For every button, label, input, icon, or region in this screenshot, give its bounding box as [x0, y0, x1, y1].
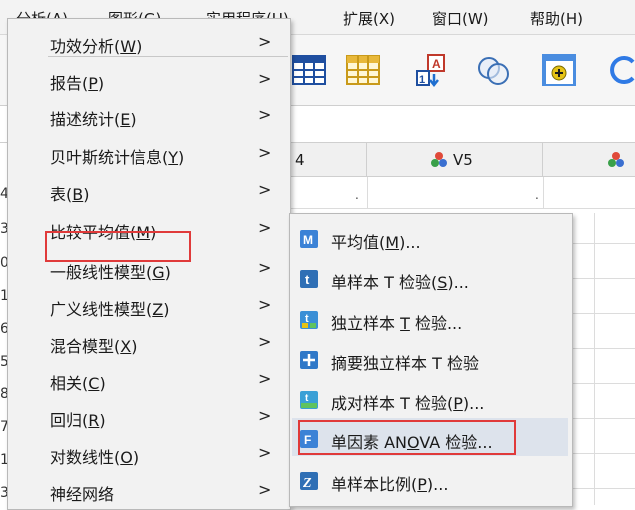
- highlight-box: [298, 420, 516, 455]
- menubar-window[interactable]: 窗口(W): [432, 8, 489, 29]
- missing-value: .: [355, 188, 359, 202]
- menu-item-regression[interactable]: 回归(R) >: [8, 400, 290, 434]
- menu-item-tables[interactable]: 表(B) >: [8, 174, 290, 208]
- chevron-right-icon: >: [258, 258, 272, 277]
- chevron-right-icon: >: [258, 480, 272, 499]
- menu-item-generalized-linear-model[interactable]: 广义线性模型(Z) >: [8, 289, 290, 323]
- menu-item-bayesian-statistics[interactable]: 贝叶斯统计信息(Y) >: [8, 137, 290, 171]
- chevron-right-icon: >: [258, 143, 272, 162]
- column-header-v6[interactable]: [543, 143, 635, 177]
- independent-t-icon: t: [300, 311, 318, 329]
- grid-line: [571, 453, 635, 454]
- svg-text:M: M: [303, 233, 313, 247]
- chevron-right-icon: >: [258, 369, 272, 388]
- grid-line: [571, 348, 635, 349]
- svg-text:Z: Z: [302, 476, 312, 490]
- data-table-icon[interactable]: [291, 52, 327, 88]
- submenu-item-means[interactable]: M 平均值(M)...: [290, 220, 572, 256]
- chevron-right-icon: >: [258, 443, 272, 462]
- nominal-variable-icon: [608, 152, 624, 167]
- chevron-right-icon: >: [258, 406, 272, 425]
- menu-item-neural-networks[interactable]: 神经网络 >: [8, 474, 290, 508]
- chevron-right-icon: >: [258, 32, 272, 51]
- grid-line: [571, 418, 635, 419]
- one-sample-proportion-icon: Z: [300, 472, 318, 490]
- variable-view-icon[interactable]: [345, 52, 381, 88]
- grid-line: [571, 313, 635, 314]
- menu-item-reports[interactable]: 报告(P) >: [8, 63, 290, 97]
- grid-line: [571, 383, 635, 384]
- svg-text:t: t: [305, 272, 310, 287]
- chevron-right-icon: >: [258, 332, 272, 351]
- menubar-extensions[interactable]: 扩展(X): [343, 8, 395, 29]
- insert-variable-icon[interactable]: [541, 52, 577, 88]
- svg-text:A: A: [432, 57, 441, 71]
- grid-line: [571, 488, 635, 489]
- paired-t-icon: t: [300, 391, 318, 409]
- submenu-item-summary-independent-t[interactable]: 摘要独立样本 T 检验: [290, 341, 572, 377]
- chevron-right-icon: >: [258, 218, 272, 237]
- menu-separator: [48, 56, 288, 57]
- chevron-right-icon: >: [258, 105, 272, 124]
- one-sample-t-icon: t: [300, 270, 318, 288]
- submenu-item-one-sample-proportion[interactable]: Z 单样本比例(P)...: [290, 462, 572, 498]
- missing-value: .: [535, 188, 539, 202]
- chevron-right-icon: >: [258, 180, 272, 199]
- compare-means-submenu: M 平均值(M)... t 单样本 T 检验(S)... t 独立样本 T 检验…: [289, 213, 573, 507]
- analyze-menu: 功效分析(W) > 报告(P) > 描述统计(E) > 贝叶斯统计信息(Y) >…: [7, 18, 291, 510]
- submenu-item-one-sample-t[interactable]: t 单样本 T 检验(S)...: [290, 260, 572, 296]
- summary-t-icon: [300, 351, 318, 369]
- grid-line: [571, 243, 635, 244]
- svg-text:1: 1: [419, 74, 425, 86]
- grid-line: [367, 177, 368, 208]
- grid-line: [289, 208, 635, 209]
- column-header-v5[interactable]: V5: [367, 143, 543, 177]
- means-icon: M: [300, 230, 318, 248]
- menu-item-loglinear[interactable]: 对数线性(O) >: [8, 437, 290, 471]
- menu-item-general-linear-model[interactable]: 一般线性模型(G) >: [8, 252, 290, 286]
- chevron-right-icon: >: [258, 69, 272, 88]
- menu-item-descriptive-statistics[interactable]: 描述统计(E) >: [8, 99, 290, 133]
- menu-item-power-analysis[interactable]: 功效分析(W) >: [8, 26, 290, 60]
- sort-cases-icon[interactable]: A 1: [414, 52, 450, 88]
- nominal-variable-icon: [431, 152, 447, 167]
- submenu-item-paired-samples-t[interactable]: t 成对样本 T 检验(P)...: [290, 381, 572, 417]
- menubar-help[interactable]: 帮助(H): [530, 8, 583, 29]
- venn-icon[interactable]: [475, 52, 511, 88]
- menu-item-correlate[interactable]: 相关(C) >: [8, 363, 290, 397]
- grid-line: [594, 213, 595, 505]
- chevron-right-icon: >: [258, 295, 272, 314]
- menu-item-mixed-models[interactable]: 混合模型(X) >: [8, 326, 290, 360]
- refresh-icon[interactable]: [603, 52, 635, 88]
- grid-line: [571, 278, 635, 279]
- column-header-4[interactable]: 4: [289, 143, 367, 177]
- grid-line: [543, 177, 544, 208]
- submenu-item-independent-samples-t[interactable]: t 独立样本 T 检验...: [290, 301, 572, 337]
